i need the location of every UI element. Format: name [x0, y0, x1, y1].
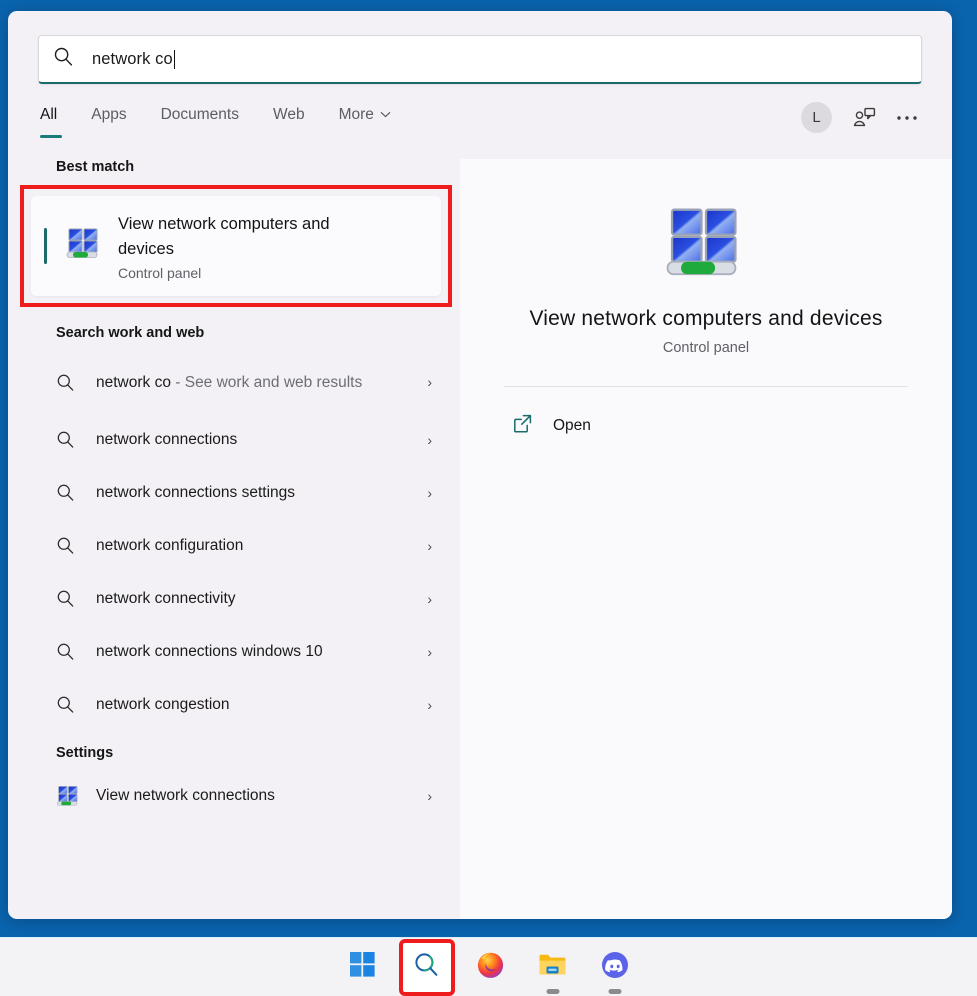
chevron-right-icon: › — [427, 431, 432, 448]
chevron-right-icon: › — [427, 537, 432, 554]
chevron-right-icon: › — [427, 643, 432, 660]
list-item-query: network co — [96, 373, 171, 391]
list-item[interactable]: network connections › — [8, 413, 460, 466]
preview-title: View network computers and devices — [529, 307, 883, 330]
settings-section-label: Settings — [56, 745, 114, 761]
tab-more-label: More — [338, 106, 374, 123]
list-item[interactable]: network congestion › — [8, 678, 460, 731]
search-icon — [413, 951, 440, 983]
avatar[interactable]: L — [801, 102, 832, 133]
more-options-icon[interactable] — [896, 115, 918, 121]
chevron-right-icon: › — [427, 787, 432, 804]
tab-apps[interactable]: Apps — [81, 102, 136, 124]
taskbar-item-file-explorer[interactable] — [531, 945, 575, 994]
filter-tabs: All Apps Documents Web More L — [8, 84, 952, 138]
search-results-body: Best match View network computers and de… — [8, 159, 952, 919]
tab-all[interactable]: All — [30, 102, 67, 138]
best-match-highlight-box: View network computers and devices Contr… — [20, 185, 452, 307]
chevron-right-icon: › — [427, 590, 432, 607]
list-item-label: network connections settings — [96, 484, 296, 501]
list-item-label: network configuration — [96, 537, 244, 554]
tab-web-label: Web — [272, 106, 305, 123]
list-item[interactable]: network co - See work and web results › — [8, 351, 460, 413]
best-match-text: View network computers and devices Contr… — [118, 212, 368, 281]
web-section-label: Search work and web — [56, 325, 205, 341]
tab-apps-label: Apps — [91, 106, 127, 123]
search-input[interactable]: network co — [38, 35, 922, 84]
feedback-icon[interactable] — [852, 107, 876, 129]
chevron-right-icon: › — [427, 484, 432, 501]
preview-subtitle: Control panel — [662, 340, 750, 356]
network-computers-icon — [663, 205, 749, 285]
best-match-result[interactable]: View network computers and devices Contr… — [31, 196, 441, 296]
chevron-right-icon: › — [427, 374, 432, 390]
search-box-container: network co — [8, 11, 952, 84]
list-item-label: network connections windows 10 — [96, 643, 323, 660]
tab-more[interactable]: More — [329, 102, 401, 124]
search-flyout-panel: network co All Apps Documents Web More L — [8, 11, 952, 919]
chevron-down-icon — [380, 109, 391, 121]
tab-all-label: All — [40, 106, 58, 123]
list-item[interactable]: network configuration › — [8, 519, 460, 572]
running-indicator — [608, 989, 621, 994]
search-icon — [56, 589, 84, 608]
windows-logo-icon — [350, 952, 375, 982]
open-label: Open — [553, 417, 591, 434]
list-item[interactable]: network connections settings › — [8, 466, 460, 519]
firefox-icon — [476, 950, 505, 984]
taskbar — [0, 937, 977, 996]
list-item-label: network connectivity — [96, 590, 236, 607]
list-item[interactable]: View network connections › — [8, 769, 460, 822]
search-icon — [56, 373, 84, 392]
list-item[interactable]: network connections windows 10 › — [8, 625, 460, 678]
text-caret — [173, 49, 175, 69]
chevron-right-icon: › — [427, 696, 432, 713]
list-item-label: network connections — [96, 431, 238, 448]
open-external-icon — [512, 413, 533, 439]
tab-documents[interactable]: Documents — [151, 102, 249, 124]
best-match-subtitle: Control panel — [118, 264, 202, 281]
search-icon — [56, 695, 84, 714]
open-button[interactable]: Open — [494, 387, 918, 439]
taskbar-item-discord[interactable] — [593, 945, 637, 994]
search-icon — [56, 430, 84, 449]
running-indicator — [546, 989, 559, 994]
header-actions: L — [801, 102, 922, 133]
preview-content: View network computers and devices Contr… — [494, 205, 918, 439]
discord-icon — [601, 951, 629, 984]
best-match-title: View network computers and devices — [118, 214, 330, 258]
list-item-suffix: - See work and web results — [170, 373, 363, 391]
list-item[interactable]: network connectivity › — [8, 572, 460, 625]
list-item-label: View network connections — [96, 787, 275, 804]
file-explorer-icon — [538, 952, 567, 983]
tab-web[interactable]: Web — [263, 102, 315, 124]
taskbar-item-start[interactable] — [341, 945, 385, 989]
search-icon — [56, 483, 84, 502]
results-list-column: Best match View network computers and de… — [8, 159, 460, 919]
list-item-label: network congestion — [96, 696, 230, 713]
avatar-initial: L — [812, 109, 821, 126]
best-match-section-label: Best match — [56, 159, 135, 175]
search-icon — [56, 536, 84, 555]
network-computers-icon — [56, 785, 84, 807]
taskbar-item-search[interactable] — [398, 938, 455, 996]
search-icon — [53, 46, 74, 72]
tab-documents-label: Documents — [160, 106, 239, 123]
search-icon — [56, 642, 84, 661]
taskbar-item-firefox[interactable] — [469, 945, 513, 989]
list-item-label: network co - See work and web results — [96, 371, 427, 394]
preview-pane: View network computers and devices Contr… — [460, 159, 952, 919]
network-computers-icon — [65, 227, 103, 265]
search-input-value: network co — [92, 49, 173, 68]
